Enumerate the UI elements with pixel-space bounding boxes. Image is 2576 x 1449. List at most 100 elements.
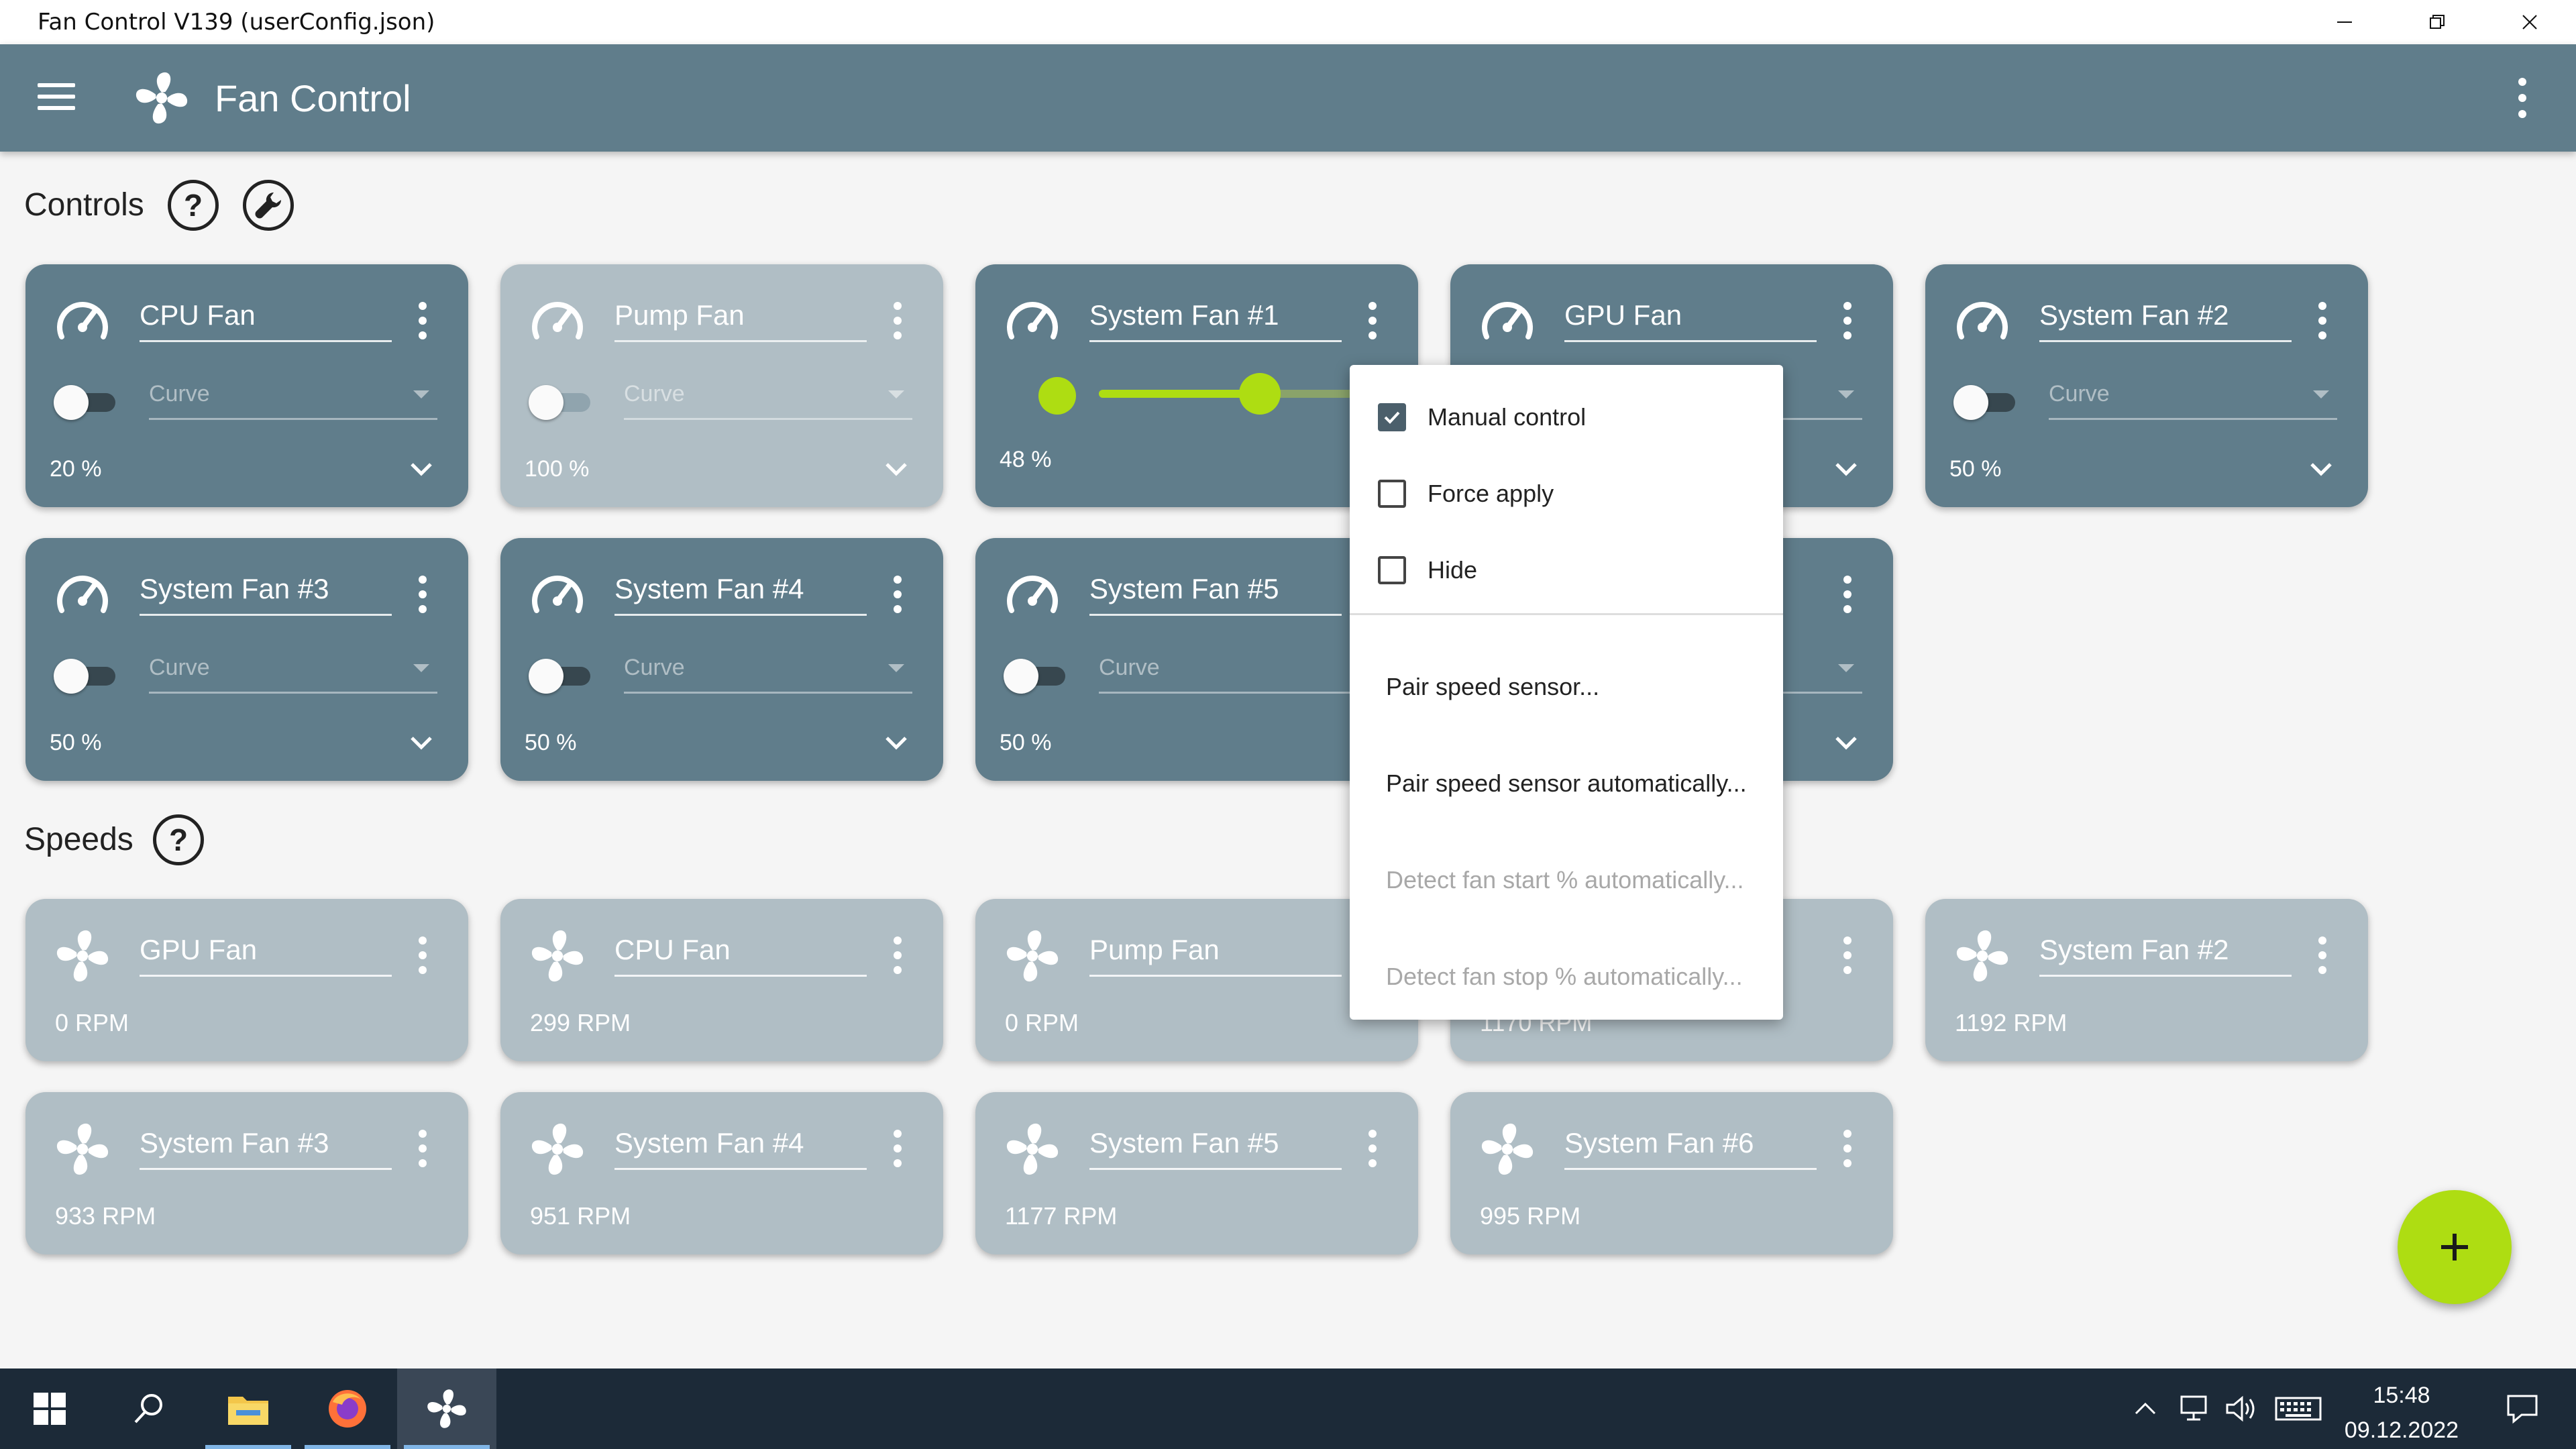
hide-checkbox[interactable] (1378, 556, 1406, 584)
speed-card-system-fan-6[interactable]: System Fan #6 995 RPM (1450, 1092, 1893, 1254)
taskbar-clock[interactable]: 15:48 09.12.2022 (2334, 1378, 2469, 1448)
curve-select[interactable]: Curve (149, 378, 437, 420)
expand-chevron-icon[interactable] (1833, 730, 1860, 757)
card-more-button[interactable] (417, 576, 428, 613)
speeds-help-button[interactable]: ? (153, 814, 204, 865)
card-more-button[interactable] (2317, 936, 2328, 974)
close-button[interactable] (2483, 0, 2576, 44)
manual-toggle[interactable] (1004, 656, 1068, 694)
firefox-icon (329, 1390, 366, 1428)
expand-chevron-icon[interactable] (1833, 456, 1860, 483)
network-tray-button[interactable] (2174, 1368, 2214, 1449)
speed-card-gpu-fan[interactable]: GPU Fan 0 RPM (25, 899, 468, 1061)
expand-chevron-icon[interactable] (408, 730, 435, 757)
manual-toggle[interactable] (54, 382, 118, 420)
speed-name-field[interactable]: System Fan #5 (1089, 1126, 1342, 1170)
card-more-button[interactable] (417, 302, 428, 339)
control-card-pump-fan[interactable]: Pump Fan Curve 100 % (500, 264, 943, 507)
slider-handle[interactable] (1239, 373, 1281, 415)
start-button[interactable] (0, 1368, 99, 1449)
card-more-button[interactable] (892, 1130, 903, 1167)
taskbar-fan-control[interactable] (397, 1368, 496, 1449)
hamburger-menu-button[interactable] (38, 83, 75, 113)
manual-toggle[interactable] (529, 656, 593, 694)
speed-name-field[interactable]: System Fan #3 (140, 1126, 392, 1170)
control-name-field[interactable]: System Fan #1 (1089, 298, 1342, 342)
card-more-button[interactable] (1842, 1130, 1853, 1167)
card-more-button[interactable] (1842, 576, 1853, 613)
speed-card-system-fan-4[interactable]: System Fan #4 951 RPM (500, 1092, 943, 1254)
taskbar-file-explorer[interactable] (199, 1368, 298, 1449)
menu-item-force-apply[interactable]: Force apply (1350, 464, 1783, 523)
controls-section-title: Controls (24, 187, 144, 223)
control-card-system-fan-4[interactable]: System Fan #4 Curve 50 % (500, 538, 943, 781)
keyboard-tray-button[interactable] (2273, 1368, 2324, 1449)
minimize-button[interactable] (2298, 0, 2391, 44)
control-name-field[interactable]: System Fan #3 (140, 572, 392, 616)
speed-name-field[interactable]: System Fan #2 (2039, 932, 2292, 977)
card-more-button[interactable] (1367, 1130, 1378, 1167)
speed-name-field[interactable]: System Fan #6 (1564, 1126, 1817, 1170)
curve-select[interactable]: Curve (149, 652, 437, 694)
manual-control-checkbox[interactable] (1378, 403, 1406, 431)
checkmark-icon (1384, 411, 1400, 424)
manual-toggle[interactable] (54, 656, 118, 694)
speed-name-field[interactable]: GPU Fan (140, 932, 392, 977)
speed-value: 995 RPM (1480, 1202, 1581, 1230)
control-name-field[interactable]: System Fan #5 (1089, 572, 1342, 616)
speed-name-field[interactable]: Pump Fan (1089, 932, 1342, 977)
control-name-field[interactable]: CPU Fan (140, 298, 392, 342)
expand-chevron-icon[interactable] (883, 456, 910, 483)
curve-select-label: Curve (2049, 381, 2110, 407)
keyboard-icon (2275, 1397, 2322, 1421)
control-card-cpu-fan[interactable]: CPU Fan Curve 20 % (25, 264, 468, 507)
manual-toggle[interactable] (529, 382, 593, 420)
control-name-field[interactable]: System Fan #2 (2039, 298, 2292, 342)
curve-select[interactable]: Curve (624, 652, 912, 694)
notifications-button[interactable] (2489, 1368, 2556, 1449)
taskbar-firefox[interactable] (298, 1368, 397, 1449)
curve-select[interactable]: Curve (1099, 652, 1387, 694)
control-name-field[interactable]: Pump Fan (614, 298, 867, 342)
card-more-button[interactable] (1367, 302, 1378, 339)
manual-toggle[interactable] (1953, 382, 2018, 420)
more-options-button[interactable] (2516, 78, 2529, 118)
show-hidden-icons-button[interactable] (2125, 1368, 2165, 1449)
curve-select[interactable]: Curve (624, 378, 912, 420)
controls-settings-button[interactable] (243, 180, 294, 231)
speed-card-cpu-fan[interactable]: CPU Fan 299 RPM (500, 899, 943, 1061)
control-name-field[interactable]: System Fan #4 (614, 572, 867, 616)
card-more-button[interactable] (417, 1130, 428, 1167)
curve-select[interactable]: Curve (2049, 378, 2337, 420)
card-more-button[interactable] (892, 936, 903, 974)
speed-name-field[interactable]: System Fan #4 (614, 1126, 867, 1170)
restore-button[interactable] (2391, 0, 2483, 44)
speed-card-system-fan-2[interactable]: System Fan #2 1192 RPM (1925, 899, 2368, 1061)
menu-item-pair-speed-sensor-auto[interactable]: Pair speed sensor automatically... (1350, 743, 1783, 824)
menu-item-manual-control[interactable]: Manual control (1350, 388, 1783, 447)
add-button[interactable] (2398, 1190, 2512, 1304)
speed-name-field[interactable]: CPU Fan (614, 932, 867, 977)
menu-item-hide[interactable]: Hide (1350, 541, 1783, 600)
card-more-button[interactable] (2317, 302, 2328, 339)
manual-indicator[interactable] (1038, 377, 1076, 415)
card-more-button[interactable] (417, 936, 428, 974)
control-name-field[interactable]: GPU Fan (1564, 298, 1817, 342)
menu-item-pair-speed-sensor[interactable]: Pair speed sensor... (1350, 647, 1783, 727)
control-card-system-fan-3[interactable]: System Fan #3 Curve 50 % (25, 538, 468, 781)
control-card-system-fan-2[interactable]: System Fan #2 Curve 50 % (1925, 264, 2368, 507)
volume-tray-button[interactable] (2222, 1368, 2262, 1449)
expand-chevron-icon[interactable] (2308, 456, 2334, 483)
speed-card-system-fan-3[interactable]: System Fan #3 933 RPM (25, 1092, 468, 1254)
card-more-button[interactable] (892, 576, 903, 613)
card-more-button[interactable] (1842, 302, 1853, 339)
expand-chevron-icon[interactable] (883, 730, 910, 757)
speed-card-system-fan-5[interactable]: System Fan #5 1177 RPM (975, 1092, 1418, 1254)
dropdown-arrow-icon (413, 390, 429, 398)
expand-chevron-icon[interactable] (408, 456, 435, 483)
force-apply-checkbox[interactable] (1378, 480, 1406, 508)
card-more-button[interactable] (892, 302, 903, 339)
controls-help-button[interactable]: ? (168, 180, 219, 231)
card-more-button[interactable] (1842, 936, 1853, 974)
search-button[interactable] (99, 1368, 199, 1449)
